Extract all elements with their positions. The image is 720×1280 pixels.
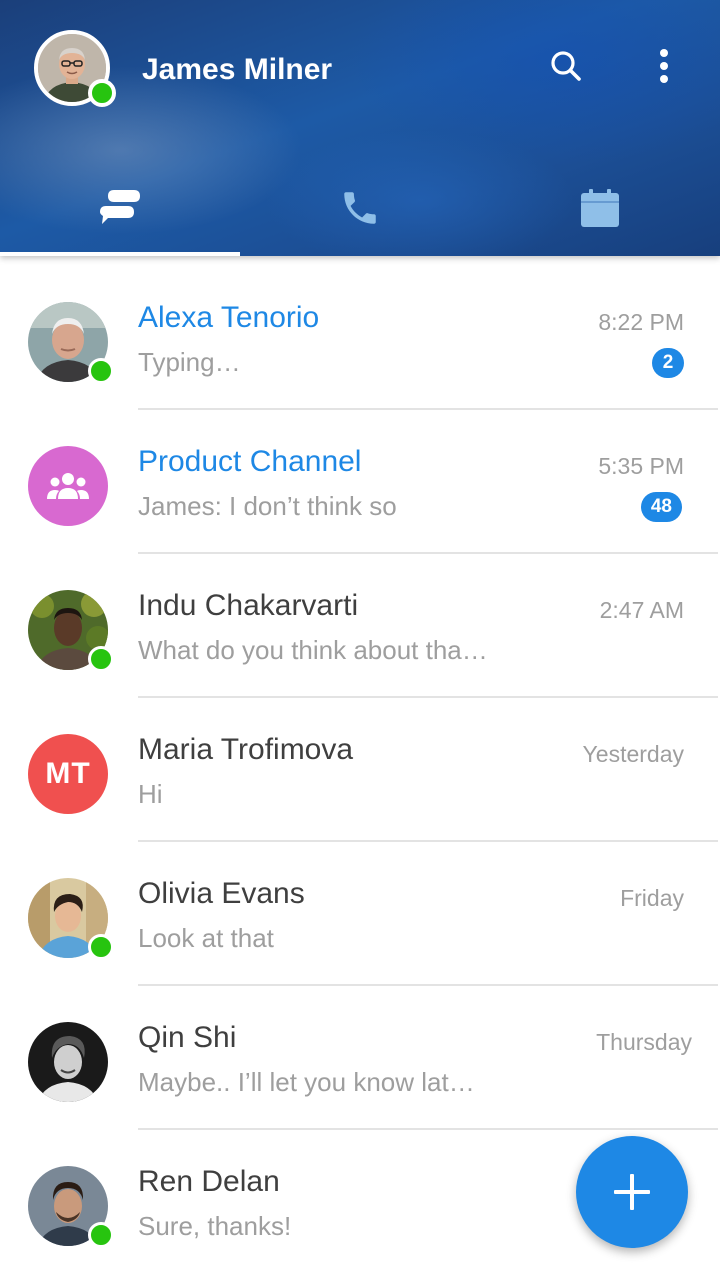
conversation-row-maria-trofimova[interactable]: MT Maria Trofimova Hi Yesterday [0,698,720,842]
avatar [28,1022,108,1102]
chat-bubbles-icon [100,190,140,224]
online-indicator [88,1222,114,1248]
conversation-row-product-channel[interactable]: Product Channel James: I don’t think so … [0,410,720,554]
user-online-indicator [88,79,116,107]
group-icon [47,473,89,499]
tab-calendar[interactable] [480,160,720,256]
online-indicator [88,934,114,960]
initials-avatar: MT [28,734,108,814]
app-header: James Milner [0,0,720,256]
conversation-row-olivia-evans[interactable]: Olivia Evans Look at that Friday [0,842,720,986]
tab-chats[interactable] [0,160,240,256]
conversation-row-alexa-tenorio[interactable]: Alexa Tenorio Typing… 8:22 PM 2 [0,266,720,410]
message-preview: What do you think about tha… [138,635,488,665]
contact-name: Indu Chakarvarti [138,589,359,622]
message-time: Thursday [596,1029,692,1055]
message-preview: Maybe.. I’ll let you know lat… [138,1067,475,1097]
user-name: James Milner [142,53,333,86]
contact-name: Ren Delan [138,1165,280,1198]
more-vert-icon [660,49,668,83]
tab-bar [0,160,720,256]
active-tab-indicator [0,252,240,256]
conversation-row-indu-chakarvarti[interactable]: Indu Chakarvarti What do you think about… [0,554,720,698]
unread-count-badge: 2 [652,348,684,378]
message-time: Yesterday [582,741,684,767]
contact-name: Olivia Evans [138,877,305,910]
online-indicator [88,646,114,672]
online-indicator [88,358,114,384]
message-time: Friday [620,885,684,911]
message-preview: Hi [138,779,163,809]
group-avatar [28,446,108,526]
message-time: 2:47 AM [599,597,684,623]
message-preview: Typing… [138,347,241,377]
phone-icon [344,192,376,224]
message-preview: Look at that [138,923,274,953]
message-time: 8:22 PM [598,309,684,335]
search-button[interactable] [544,44,588,88]
unread-count-badge: 48 [640,492,682,522]
avatar-initials: MT [45,757,91,790]
contact-name: Alexa Tenorio [138,301,320,334]
more-options-button[interactable] [642,44,686,88]
message-preview: James: I don’t think so [138,491,397,521]
tab-calls[interactable] [240,160,480,256]
search-icon [551,51,581,81]
contact-name: Maria Trofimova [138,733,354,766]
new-conversation-button[interactable] [576,1136,688,1248]
contact-name: Qin Shi [138,1021,237,1054]
contact-name: Product Channel [138,445,362,478]
message-preview: Sure, thanks! [138,1211,292,1241]
conversation-row-qin-shi[interactable]: Qin Shi Maybe.. I’ll let you know lat… T… [0,986,720,1130]
message-time: 5:35 PM [598,453,684,479]
plus-icon [614,1174,650,1210]
calendar-icon [581,189,619,227]
chat-app: James Milner Alexa Tenorio Typing… 8:22 … [0,0,720,1280]
